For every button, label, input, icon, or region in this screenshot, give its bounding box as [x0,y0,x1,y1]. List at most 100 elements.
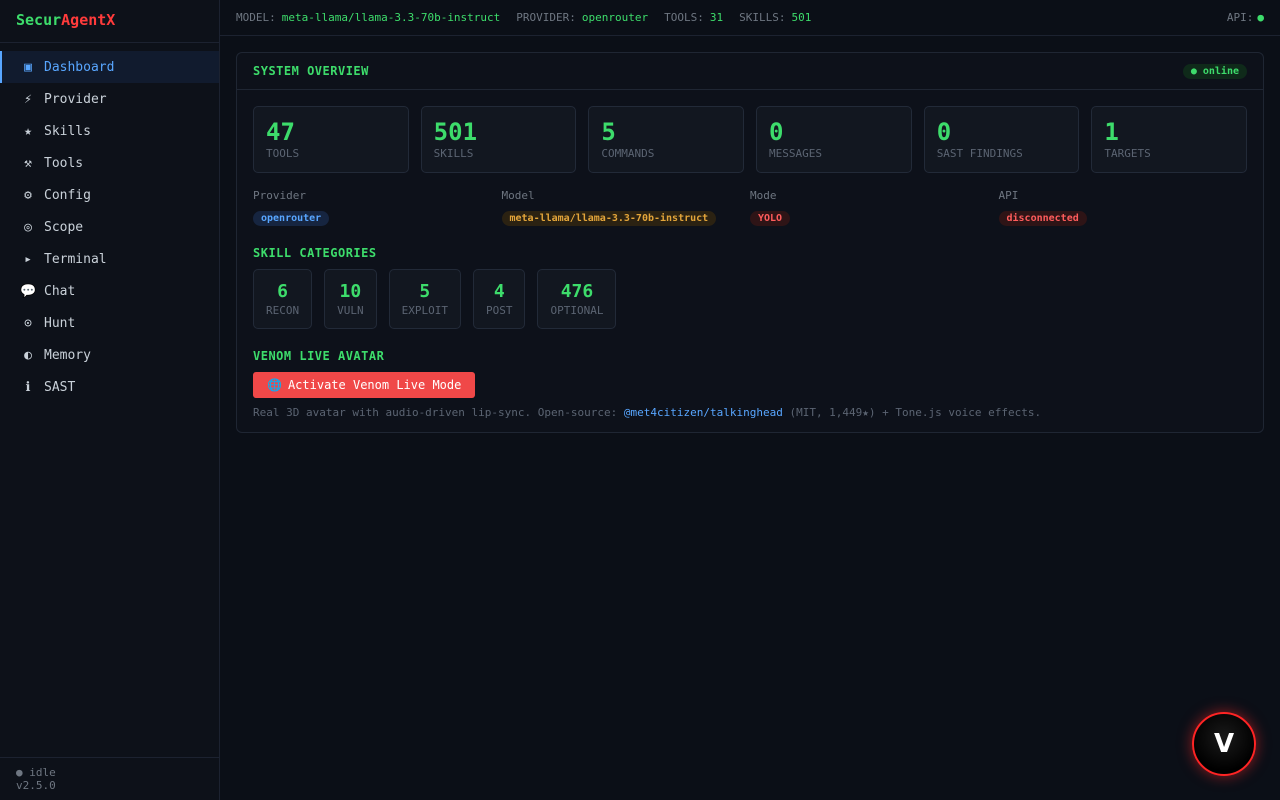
venom-description: Real 3D avatar with audio-driven lip-syn… [237,398,1263,419]
stat-value: 5 [601,118,616,146]
category-label: POST [485,304,513,317]
sidebar-item-label: Hunt [44,315,76,331]
stat-value: 0 [769,118,784,146]
info-label: Mode [750,189,777,202]
memory-icon: ◐ [24,347,32,363]
venom-avatar-button[interactable]: V [1192,712,1256,776]
info-api: API disconnected [998,189,1248,226]
skills-value: 501 [791,11,812,24]
category-value: 476 [560,281,594,302]
category-value: 6 [277,281,288,302]
category-card-post: 4 POST [472,269,526,329]
panel-title: SYSTEM OVERVIEW [253,64,369,78]
star-icon: ★ [24,123,32,139]
category-label: RECON [266,304,300,317]
activate-venom-button[interactable]: 🌐 Activate Venom Live Mode [253,372,476,398]
sidebar-item-label: Provider [44,91,107,107]
desc-prefix: Real 3D avatar with audio-driven lip-syn… [253,406,624,419]
sidebar-item-label: Memory [44,347,91,363]
logo-part1: Secur [16,11,62,29]
venom-heading: VENOM LIVE AVATAR [253,349,385,363]
sidebar-item-terminal[interactable]: ▸ Terminal [0,243,219,275]
stat-label: COMMANDS [601,147,655,160]
provider-pill: openrouter [253,211,330,226]
info-label: API [998,189,1019,202]
chat-icon: 💬 [20,283,37,299]
app-version: v2.5.0 [16,779,56,792]
category-label: EXPLOIT [401,304,448,317]
stat-label: TOOLS [266,147,300,160]
info-provider: Provider openrouter [253,189,502,226]
info-icon: ℹ [25,379,31,395]
logo-part2: AgentX [61,11,116,29]
stat-card-skills: 501 SKILLS [420,106,577,173]
sidebar: SecurAgentX ▣ Dashboard ⚡ Provider ★ Ski… [0,0,220,800]
stat-card-targets: 1 TARGETS [1091,106,1248,173]
sidebar-item-label: Config [44,187,91,203]
sidebar-item-memory[interactable]: ◐ Memory [0,339,219,371]
category-card-exploit: 5 EXPLOIT [388,269,461,329]
sidebar-item-label: Dashboard [44,59,115,75]
skill-categories-row: 6 RECON 10 VULN 5 EXPLOIT 4 POST 476 OPT… [237,261,1263,329]
stats-row: 47 TOOLS 501 SKILLS 5 COMMANDS 0 MESSAGE… [237,90,1263,173]
info-model: Model meta-llama/llama-3.3-70b-instruct [501,189,751,226]
hammer-icon: ⚒ [24,155,32,171]
model-value: meta-llama/llama-3.3-70b-instruct [281,11,501,24]
info-row: Provider openrouter Model meta-llama/lla… [237,173,1263,226]
model-pill: meta-llama/llama-3.3-70b-instruct [501,211,717,226]
sidebar-item-label: SAST [44,379,76,395]
venom-heading-wrap: VENOM LIVE AVATAR [237,329,1263,364]
sidebar-item-label: Tools [44,155,84,171]
sidebar-item-skills[interactable]: ★ Skills [0,115,219,147]
skills-key: SKILLS: [739,11,786,24]
sidebar-item-chat[interactable]: 💬 Chat [0,275,219,307]
category-value: 10 [339,281,362,302]
crosshair-icon: ⊙ [24,315,32,331]
sidebar-footer: ● idle v2.5.0 [0,757,220,800]
category-card-recon: 6 RECON [253,269,313,329]
skill-categories-heading-wrap: SKILL CATEGORIES [237,226,1263,261]
api-key: API: [1226,11,1254,24]
stat-label: MESSAGES [769,147,822,160]
talkinghead-link[interactable]: @met4citizen/talkinghead [624,406,783,419]
dashboard-icon: ▣ [24,59,32,75]
target-icon: ◎ [24,219,32,235]
sidebar-item-dashboard[interactable]: ▣ Dashboard [0,51,219,83]
sidebar-item-hunt[interactable]: ⊙ Hunt [0,307,219,339]
sidebar-item-config[interactable]: ⚙ Config [0,179,219,211]
category-label: VULN [337,304,364,317]
info-mode: Mode YOLO [750,189,999,226]
panel-header: SYSTEM OVERVIEW ● online [237,53,1263,90]
lightning-icon: ⚡ [24,91,32,107]
sidebar-item-sast[interactable]: ℹ SAST [0,371,219,403]
sidebar-item-label: Chat [44,283,76,299]
mode-pill: YOLO [750,211,791,226]
stat-card-tools: 47 TOOLS [253,106,409,173]
sidebar-item-label: Skills [44,123,91,139]
online-badge: ● online [1182,63,1247,79]
api-status-dot-icon: ● [1257,11,1264,24]
model-key: MODEL: [236,11,276,24]
category-value: 5 [419,281,431,302]
sidebar-item-tools[interactable]: ⚒ Tools [0,147,219,179]
app-logo[interactable]: SecurAgentX [0,0,219,43]
gear-icon: ⚙ [24,187,32,203]
category-card-vuln: 10 VULN [324,269,377,329]
system-overview-panel: SYSTEM OVERVIEW ● online 47 TOOLS 501 SK… [236,52,1264,433]
stat-value: 47 [266,118,295,146]
category-value: 4 [493,281,505,302]
stat-label: SKILLS [433,147,474,160]
sidebar-item-scope[interactable]: ◎ Scope [0,211,219,243]
skill-categories-heading: SKILL CATEGORIES [253,246,377,260]
provider-value: openrouter [581,11,649,24]
desc-suffix: (MIT, 1,449★) + Tone.js voice effects. [782,406,1042,419]
globe-icon: 🌐 [267,378,282,392]
activate-venom-label: Activate Venom Live Mode [287,378,462,392]
sidebar-nav: ▣ Dashboard ⚡ Provider ★ Skills ⚒ Tools … [0,43,219,403]
agent-status: ● idle [16,766,56,779]
stat-value: 0 [936,118,952,146]
tools-key: TOOLS: [664,11,704,24]
category-card-optional: 476 OPTIONAL [537,269,617,329]
sidebar-item-provider[interactable]: ⚡ Provider [0,83,219,115]
info-label: Provider [253,189,306,202]
